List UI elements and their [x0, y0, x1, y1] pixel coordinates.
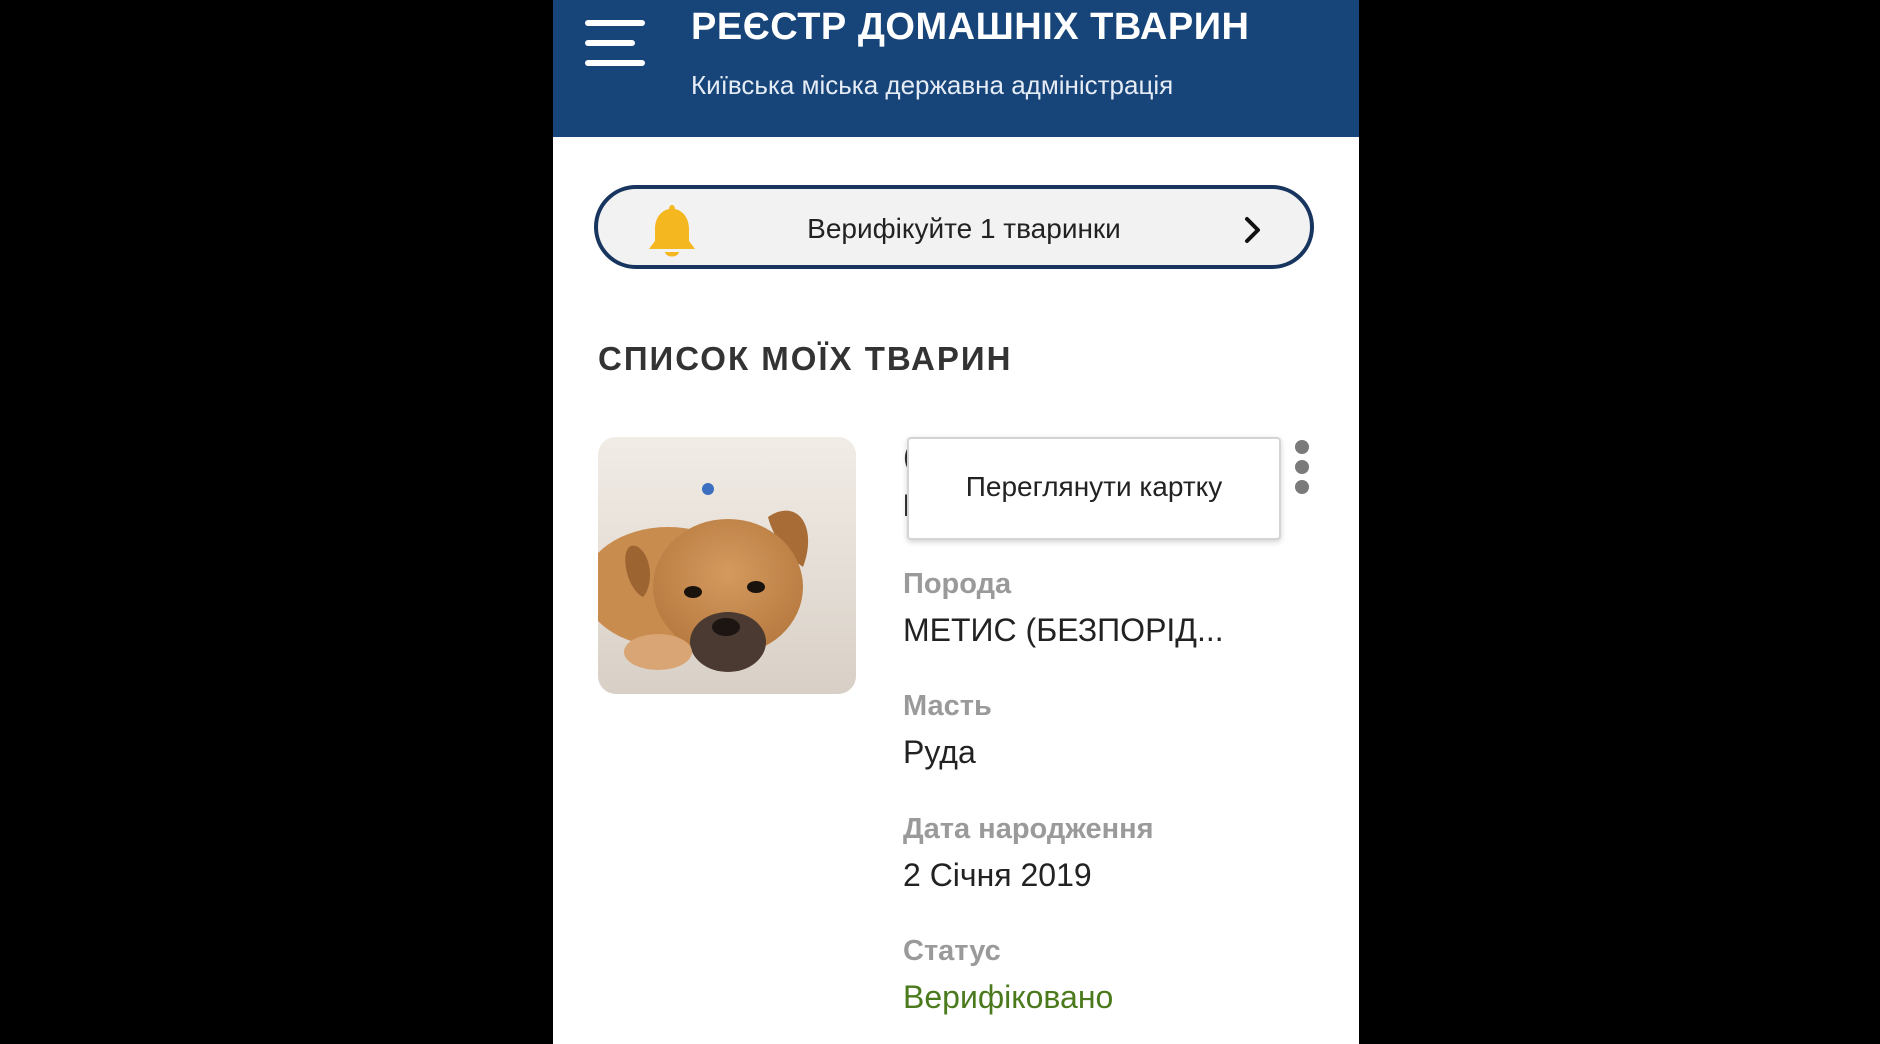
chevron-right-icon — [1245, 217, 1260, 243]
breed-value: МЕТИС (БЕЗПОРІД... — [903, 612, 1224, 648]
status-label: Статус — [903, 935, 1001, 967]
verify-banner-text: Верифікуйте 1 тваринки — [807, 213, 1121, 244]
color-label: Масть — [903, 690, 992, 722]
color-value: Руда — [903, 734, 976, 770]
app-title: РЕЄСТР ДОМАШНІХ ТВАРИН — [691, 6, 1250, 48]
app-screen: РЕЄСТР ДОМАШНІХ ТВАРИН Київська міська д… — [553, 0, 1359, 1044]
more-options-icon[interactable] — [1291, 438, 1313, 496]
pet-list-heading: СПИСОК МОЇХ ТВАРИН — [598, 340, 1013, 377]
view-card-menu-item[interactable]: Переглянути картку — [909, 471, 1279, 503]
pet-context-menu: Переглянути картку — [907, 437, 1281, 540]
breed-label: Порода — [903, 568, 1012, 600]
app-subtitle: Київська міська державна адміністрація — [691, 70, 1174, 100]
verify-animals-banner[interactable]: Верифікуйте 1 тваринки — [594, 185, 1314, 269]
birth-date-value: 2 Січня 2019 — [903, 857, 1092, 893]
status-value: Верифіковано — [903, 979, 1114, 1015]
dog-puppy-photo — [598, 437, 856, 694]
hamburger-menu-icon[interactable] — [585, 18, 647, 68]
birth-date-label: Дата народження — [903, 813, 1154, 845]
pet-photo[interactable] — [598, 437, 856, 694]
app-header: РЕЄСТР ДОМАШНІХ ТВАРИН Київська міська д… — [553, 0, 1359, 137]
